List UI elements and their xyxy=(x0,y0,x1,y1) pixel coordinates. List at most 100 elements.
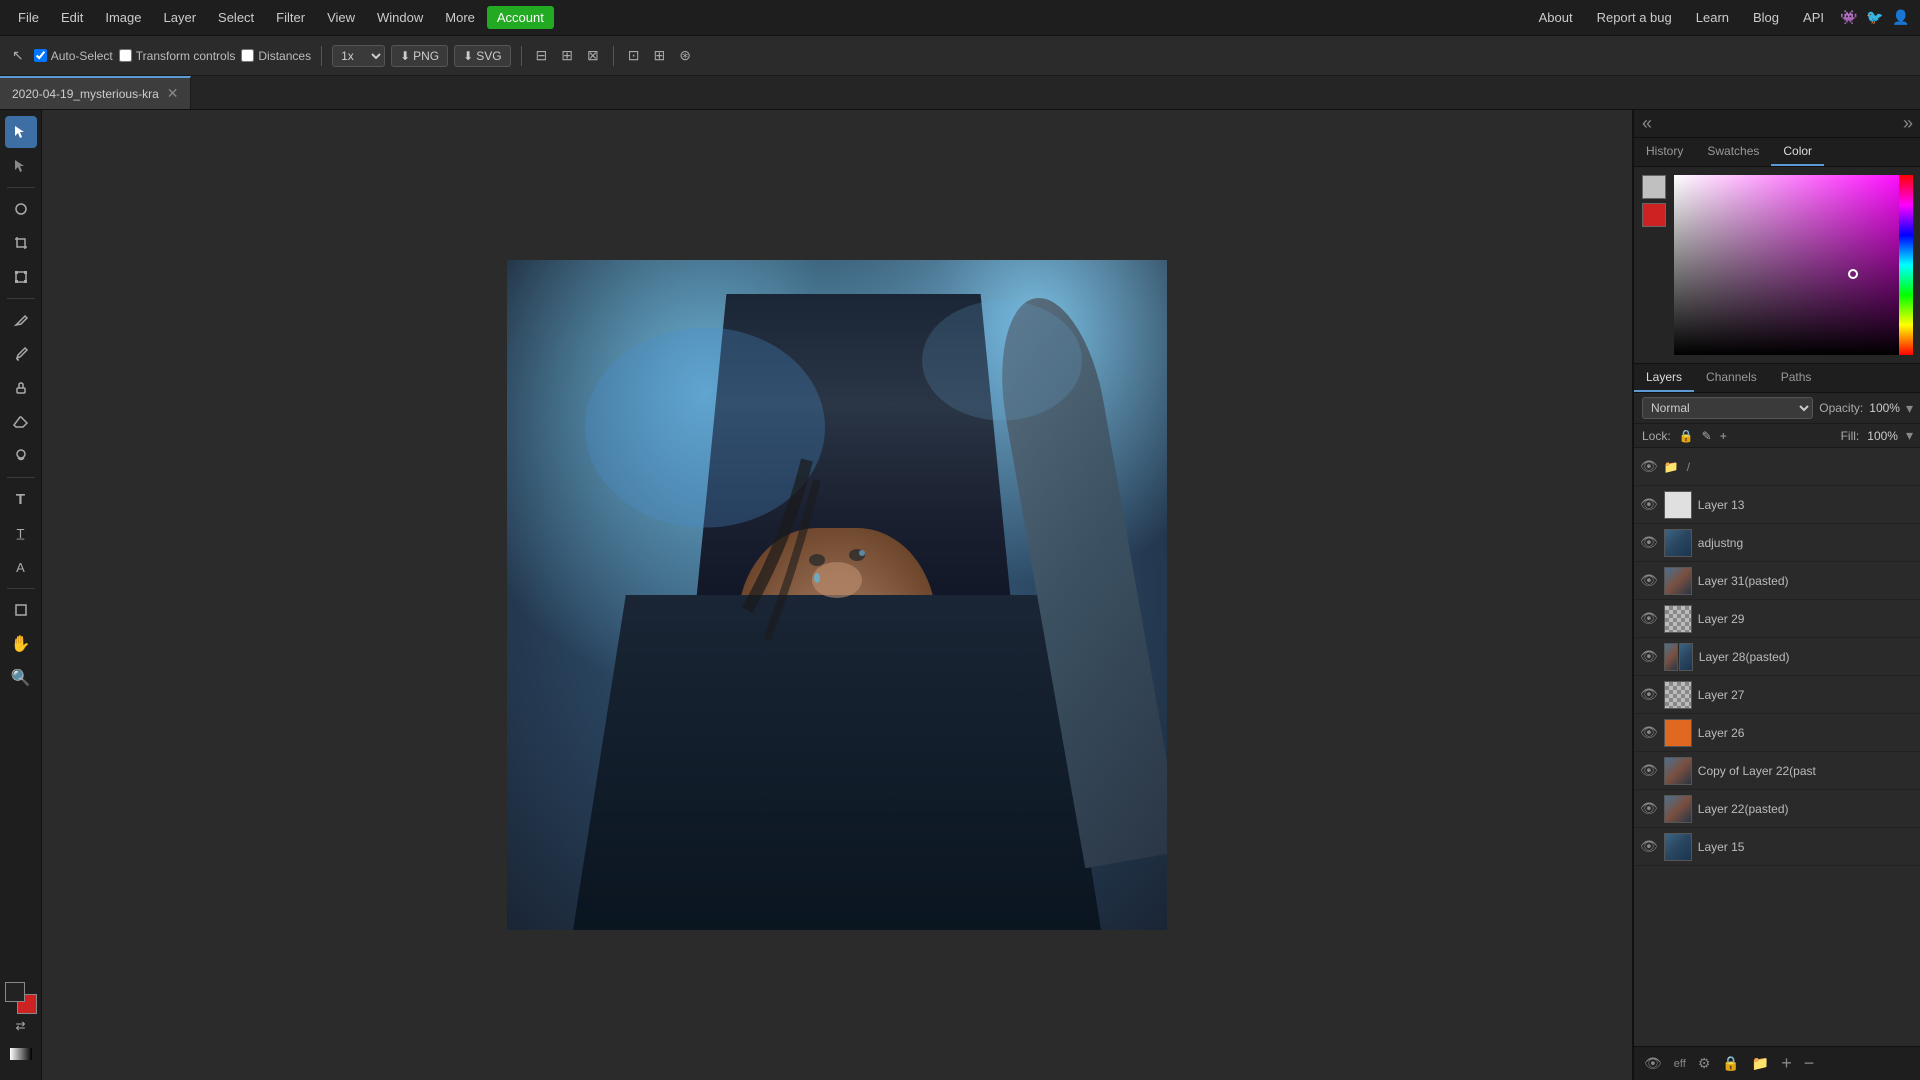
align-right-icon[interactable]: ⊠ xyxy=(583,45,603,66)
stamp-tool[interactable] xyxy=(5,372,37,404)
layer-visibility-icon[interactable]: 👁 xyxy=(1640,724,1658,741)
canvas-image[interactable] xyxy=(507,260,1167,930)
lasso-tool[interactable] xyxy=(5,193,37,225)
align-center-icon[interactable]: ⊞ xyxy=(557,45,577,66)
select-tool[interactable] xyxy=(5,116,37,148)
menu-window[interactable]: Window xyxy=(367,6,433,29)
eraser-tool[interactable] xyxy=(5,406,37,438)
menu-layer[interactable]: Layer xyxy=(154,6,207,29)
gradient-tool[interactable] xyxy=(5,1038,37,1070)
menu-view[interactable]: View xyxy=(317,6,365,29)
swap-colors-btn[interactable]: ⇄ xyxy=(5,1016,37,1036)
layer-item[interactable]: 👁 Layer 31(pasted) xyxy=(1634,562,1920,600)
tab-main[interactable]: 2020-04-19_mysterious-kra ✕ xyxy=(0,76,191,109)
text-tool[interactable]: T xyxy=(5,483,37,515)
distances-checkbox[interactable] xyxy=(241,49,254,62)
color-gradient[interactable] xyxy=(1674,175,1913,355)
tab-layers[interactable]: Layers xyxy=(1634,364,1694,392)
layer-lock-btn[interactable]: 🔒 xyxy=(1718,1053,1743,1074)
menu-about[interactable]: About xyxy=(1529,6,1583,29)
layer-settings-btn[interactable]: ⚙ xyxy=(1694,1053,1715,1074)
layer-visibility-icon[interactable]: 👁 xyxy=(1640,534,1658,551)
layer-visibility-icon[interactable]: 👁 xyxy=(1640,686,1658,703)
opacity-dropdown-icon[interactable]: ▾ xyxy=(1906,400,1913,417)
hue-slider[interactable] xyxy=(1899,175,1913,355)
lock-all-icon[interactable]: + xyxy=(1720,429,1727,443)
lock-position-icon[interactable]: ✎ xyxy=(1702,429,1712,443)
hand-tool[interactable]: ✋ xyxy=(5,628,37,660)
tab-close-btn[interactable]: ✕ xyxy=(167,85,179,102)
menu-report-bug[interactable]: Report a bug xyxy=(1587,6,1682,29)
vertical-text-tool[interactable]: T̲ xyxy=(5,517,37,549)
layer-item[interactable]: 👁 Layer 29 xyxy=(1634,600,1920,638)
menu-blog[interactable]: Blog xyxy=(1743,6,1789,29)
layer-visibility-icon[interactable]: 👁 xyxy=(1640,838,1658,855)
auto-select-checkbox[interactable] xyxy=(34,49,47,62)
layer-effects-btn[interactable]: 👁 xyxy=(1640,1053,1666,1074)
zoom-select[interactable]: 1x 2x 0.5x xyxy=(332,45,385,67)
foreground-color-swatch[interactable] xyxy=(5,982,25,1002)
layer-visibility-icon[interactable]: 👁 xyxy=(1640,648,1658,665)
twitter-icon[interactable]: 🐦 xyxy=(1864,7,1886,29)
layer-item[interactable]: 👁 adjustng xyxy=(1634,524,1920,562)
zoom-tool[interactable]: 🔍 xyxy=(5,662,37,694)
pen-tool[interactable] xyxy=(5,304,37,336)
tab-paths[interactable]: Paths xyxy=(1769,364,1824,392)
swatch-2[interactable] xyxy=(1642,203,1666,227)
distribute-icon[interactable]: ⊡ xyxy=(624,45,644,66)
menu-account[interactable]: Account xyxy=(487,6,554,29)
menu-image[interactable]: Image xyxy=(95,6,151,29)
layer-visibility-icon[interactable]: 👁 xyxy=(1640,572,1658,589)
layer-group-btn[interactable]: 📁 xyxy=(1748,1053,1773,1074)
resize-icon[interactable]: ⊞ xyxy=(649,45,669,66)
tab-history[interactable]: History xyxy=(1634,138,1695,166)
fill-dropdown-icon[interactable]: ▾ xyxy=(1906,427,1913,444)
transform-controls-checkbox[interactable] xyxy=(119,49,132,62)
align-left-icon[interactable]: ⊟ xyxy=(532,45,552,66)
fg-bg-colors[interactable] xyxy=(5,982,37,1014)
swatch-1[interactable] xyxy=(1642,175,1666,199)
collapse-right-icon[interactable]: » xyxy=(1903,113,1913,134)
layer-eff-btn[interactable]: eff xyxy=(1670,1056,1690,1072)
tab-channels[interactable]: Channels xyxy=(1694,364,1769,392)
brush-tool[interactable] xyxy=(5,338,37,370)
transform-tool[interactable] xyxy=(5,261,37,293)
select-tool-icon[interactable]: ↖ xyxy=(8,45,28,66)
layer-item[interactable]: 👁 Layer 28(pasted) xyxy=(1634,638,1920,676)
layer-item[interactable]: 👁 Layer 15 xyxy=(1634,828,1920,866)
effects-tool[interactable]: A xyxy=(5,551,37,583)
menu-learn[interactable]: Learn xyxy=(1686,6,1739,29)
layer-visibility-icon[interactable]: 👁 xyxy=(1640,610,1658,627)
direct-select-tool[interactable] xyxy=(5,150,37,182)
layer-item[interactable]: 👁 Layer 22(pasted) xyxy=(1634,790,1920,828)
menu-file[interactable]: File xyxy=(8,6,49,29)
menu-more[interactable]: More xyxy=(435,6,485,29)
lock-pixels-icon[interactable]: 🔒 xyxy=(1679,429,1694,443)
layer-item[interactable]: 👁 Layer 13 xyxy=(1634,486,1920,524)
layer-item[interactable]: 👁 📁 / xyxy=(1634,448,1920,486)
menu-api[interactable]: API xyxy=(1793,6,1834,29)
add-layer-btn[interactable]: + xyxy=(1777,1051,1796,1076)
tab-color[interactable]: Color xyxy=(1771,138,1824,166)
layer-visibility-icon[interactable]: 👁 xyxy=(1640,800,1658,817)
facebook-icon[interactable]: 👤 xyxy=(1890,7,1912,29)
tab-swatches[interactable]: Swatches xyxy=(1695,138,1771,166)
layer-item[interactable]: 👁 Copy of Layer 22(past xyxy=(1634,752,1920,790)
crop-tool[interactable] xyxy=(5,227,37,259)
layer-item[interactable]: 👁 Layer 27 xyxy=(1634,676,1920,714)
layer-item[interactable]: 👁 Layer 26 xyxy=(1634,714,1920,752)
layer-visibility-icon[interactable]: 👁 xyxy=(1640,762,1658,779)
export-svg-btn[interactable]: ⬇ SVG xyxy=(454,45,510,67)
reddit-icon[interactable]: 👾 xyxy=(1838,7,1860,29)
blend-mode-select[interactable]: Normal Multiply Screen Overlay xyxy=(1642,397,1813,419)
layer-visibility-icon[interactable]: 👁 xyxy=(1640,458,1658,475)
export-png-btn[interactable]: ⬇ PNG xyxy=(391,45,448,67)
shape-tool[interactable] xyxy=(5,594,37,626)
delete-layer-btn[interactable]: − xyxy=(1800,1051,1819,1076)
wand-icon[interactable]: ⊛ xyxy=(675,45,695,66)
menu-select[interactable]: Select xyxy=(208,6,264,29)
menu-filter[interactable]: Filter xyxy=(266,6,315,29)
menu-edit[interactable]: Edit xyxy=(51,6,93,29)
smudge-tool[interactable] xyxy=(5,440,37,472)
collapse-left-icon[interactable]: « xyxy=(1642,113,1652,134)
